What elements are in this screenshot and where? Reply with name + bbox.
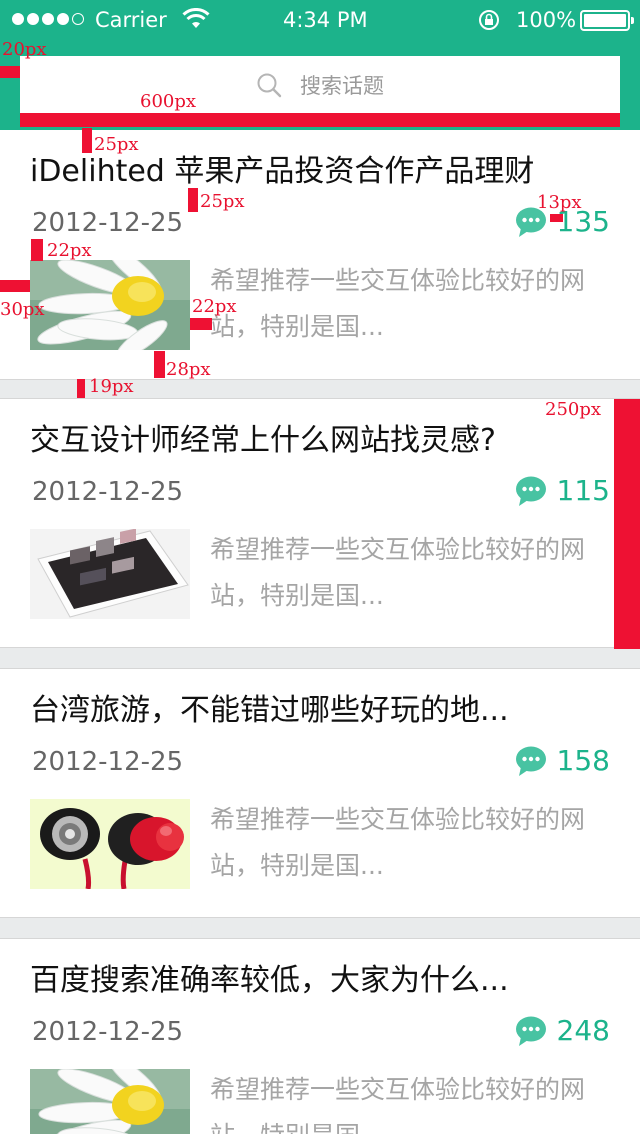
topic-date: 2012-12-25 (32, 747, 184, 777)
annotation-label: 25px (200, 191, 245, 212)
topic-title[interactable]: 台湾旅游，不能错过哪些好玩的地... (30, 691, 610, 731)
carrier-label: Carrier (95, 8, 167, 32)
annotation-label: 30px (0, 299, 45, 320)
daisy-flower-image (30, 260, 190, 350)
comment-bubble-icon (515, 746, 546, 776)
topic-title[interactable]: 交互设计师经常上什么网站找灵感? (30, 421, 610, 461)
annotation-marker (550, 214, 563, 222)
list-item[interactable]: 交互设计师经常上什么网站找灵感? 2012-12-25 115 希望推荐一些交互… (0, 398, 640, 648)
wifi-icon (182, 7, 210, 34)
comment-bubble-icon (515, 1016, 546, 1046)
annotation-label: 13px (537, 192, 582, 213)
battery-percent: 100% (516, 8, 577, 32)
red-earphones-image (30, 799, 190, 889)
list-item[interactable]: 台湾旅游，不能错过哪些好玩的地... 2012-12-25 158 希望推荐一些… (0, 668, 640, 918)
search-input[interactable]: 搜索话题 (20, 56, 620, 114)
topic-title[interactable]: 百度搜索准确率较低，大家为什么... (30, 961, 610, 1001)
topic-description: 希望推荐一些交互体验比较好的网站，特别是国... (210, 266, 586, 341)
list-item[interactable]: iDelihted 苹果产品投资合作产品理财 2012-12-25 135 希望… (0, 130, 640, 380)
comment-count: 115 (556, 474, 610, 507)
annotation-label: 250px (545, 399, 602, 420)
annotation-marker (31, 239, 43, 261)
annotation-marker (0, 280, 30, 292)
annotation-label: 25px (94, 134, 139, 155)
comment-count-group: 248 (515, 1013, 610, 1049)
list-item[interactable]: 百度搜索准确率较低，大家为什么... 2012-12-25 248 希望推荐一些… (0, 938, 640, 1134)
daisy-flower-image (30, 1069, 190, 1134)
annotation-marker (77, 379, 85, 398)
battery-icon (580, 10, 634, 31)
comment-count-group: 158 (515, 743, 610, 779)
annotation-marker (190, 318, 212, 330)
topic-description: 希望推荐一些交互体验比较好的网站，特别是国... (210, 805, 586, 880)
comment-count: 158 (556, 744, 610, 777)
search-icon (257, 73, 282, 98)
annotation-marker (0, 66, 20, 78)
annotation-label: 22px (192, 296, 237, 317)
search-placeholder: 搜索话题 (300, 74, 384, 98)
annotation-label: 19px (89, 376, 134, 397)
annotation-marker (154, 351, 165, 378)
topic-title[interactable]: iDelihted 苹果产品投资合作产品理财 (30, 152, 610, 192)
comment-count: 248 (556, 1014, 610, 1047)
annotation-label: 28px (166, 359, 211, 380)
topic-date: 2012-12-25 (32, 208, 184, 238)
rotation-lock-icon (478, 8, 500, 36)
comment-bubble-icon (515, 476, 546, 506)
annotation-label: 600px (140, 91, 197, 112)
annotation-label: 22px (47, 240, 92, 261)
topic-description: 希望推荐一些交互体验比较好的网站，特别是国... (210, 535, 586, 610)
annotation-marker (20, 113, 620, 127)
tablet-website-image (30, 529, 190, 619)
topic-description: 希望推荐一些交互体验比较好的网站，特别是国... (210, 1075, 586, 1134)
clock: 4:34 PM (283, 8, 368, 32)
annotation-marker (82, 128, 92, 153)
status-bar: Carrier 4:34 PM 100% (0, 0, 640, 40)
comment-count-group: 115 (515, 473, 610, 509)
topic-date: 2012-12-25 (32, 477, 184, 507)
annotation-marker (614, 399, 640, 649)
signal-dots-icon (12, 13, 84, 25)
annotation-label: 20px (2, 39, 47, 60)
topic-date: 2012-12-25 (32, 1017, 184, 1047)
annotation-marker (188, 188, 198, 212)
